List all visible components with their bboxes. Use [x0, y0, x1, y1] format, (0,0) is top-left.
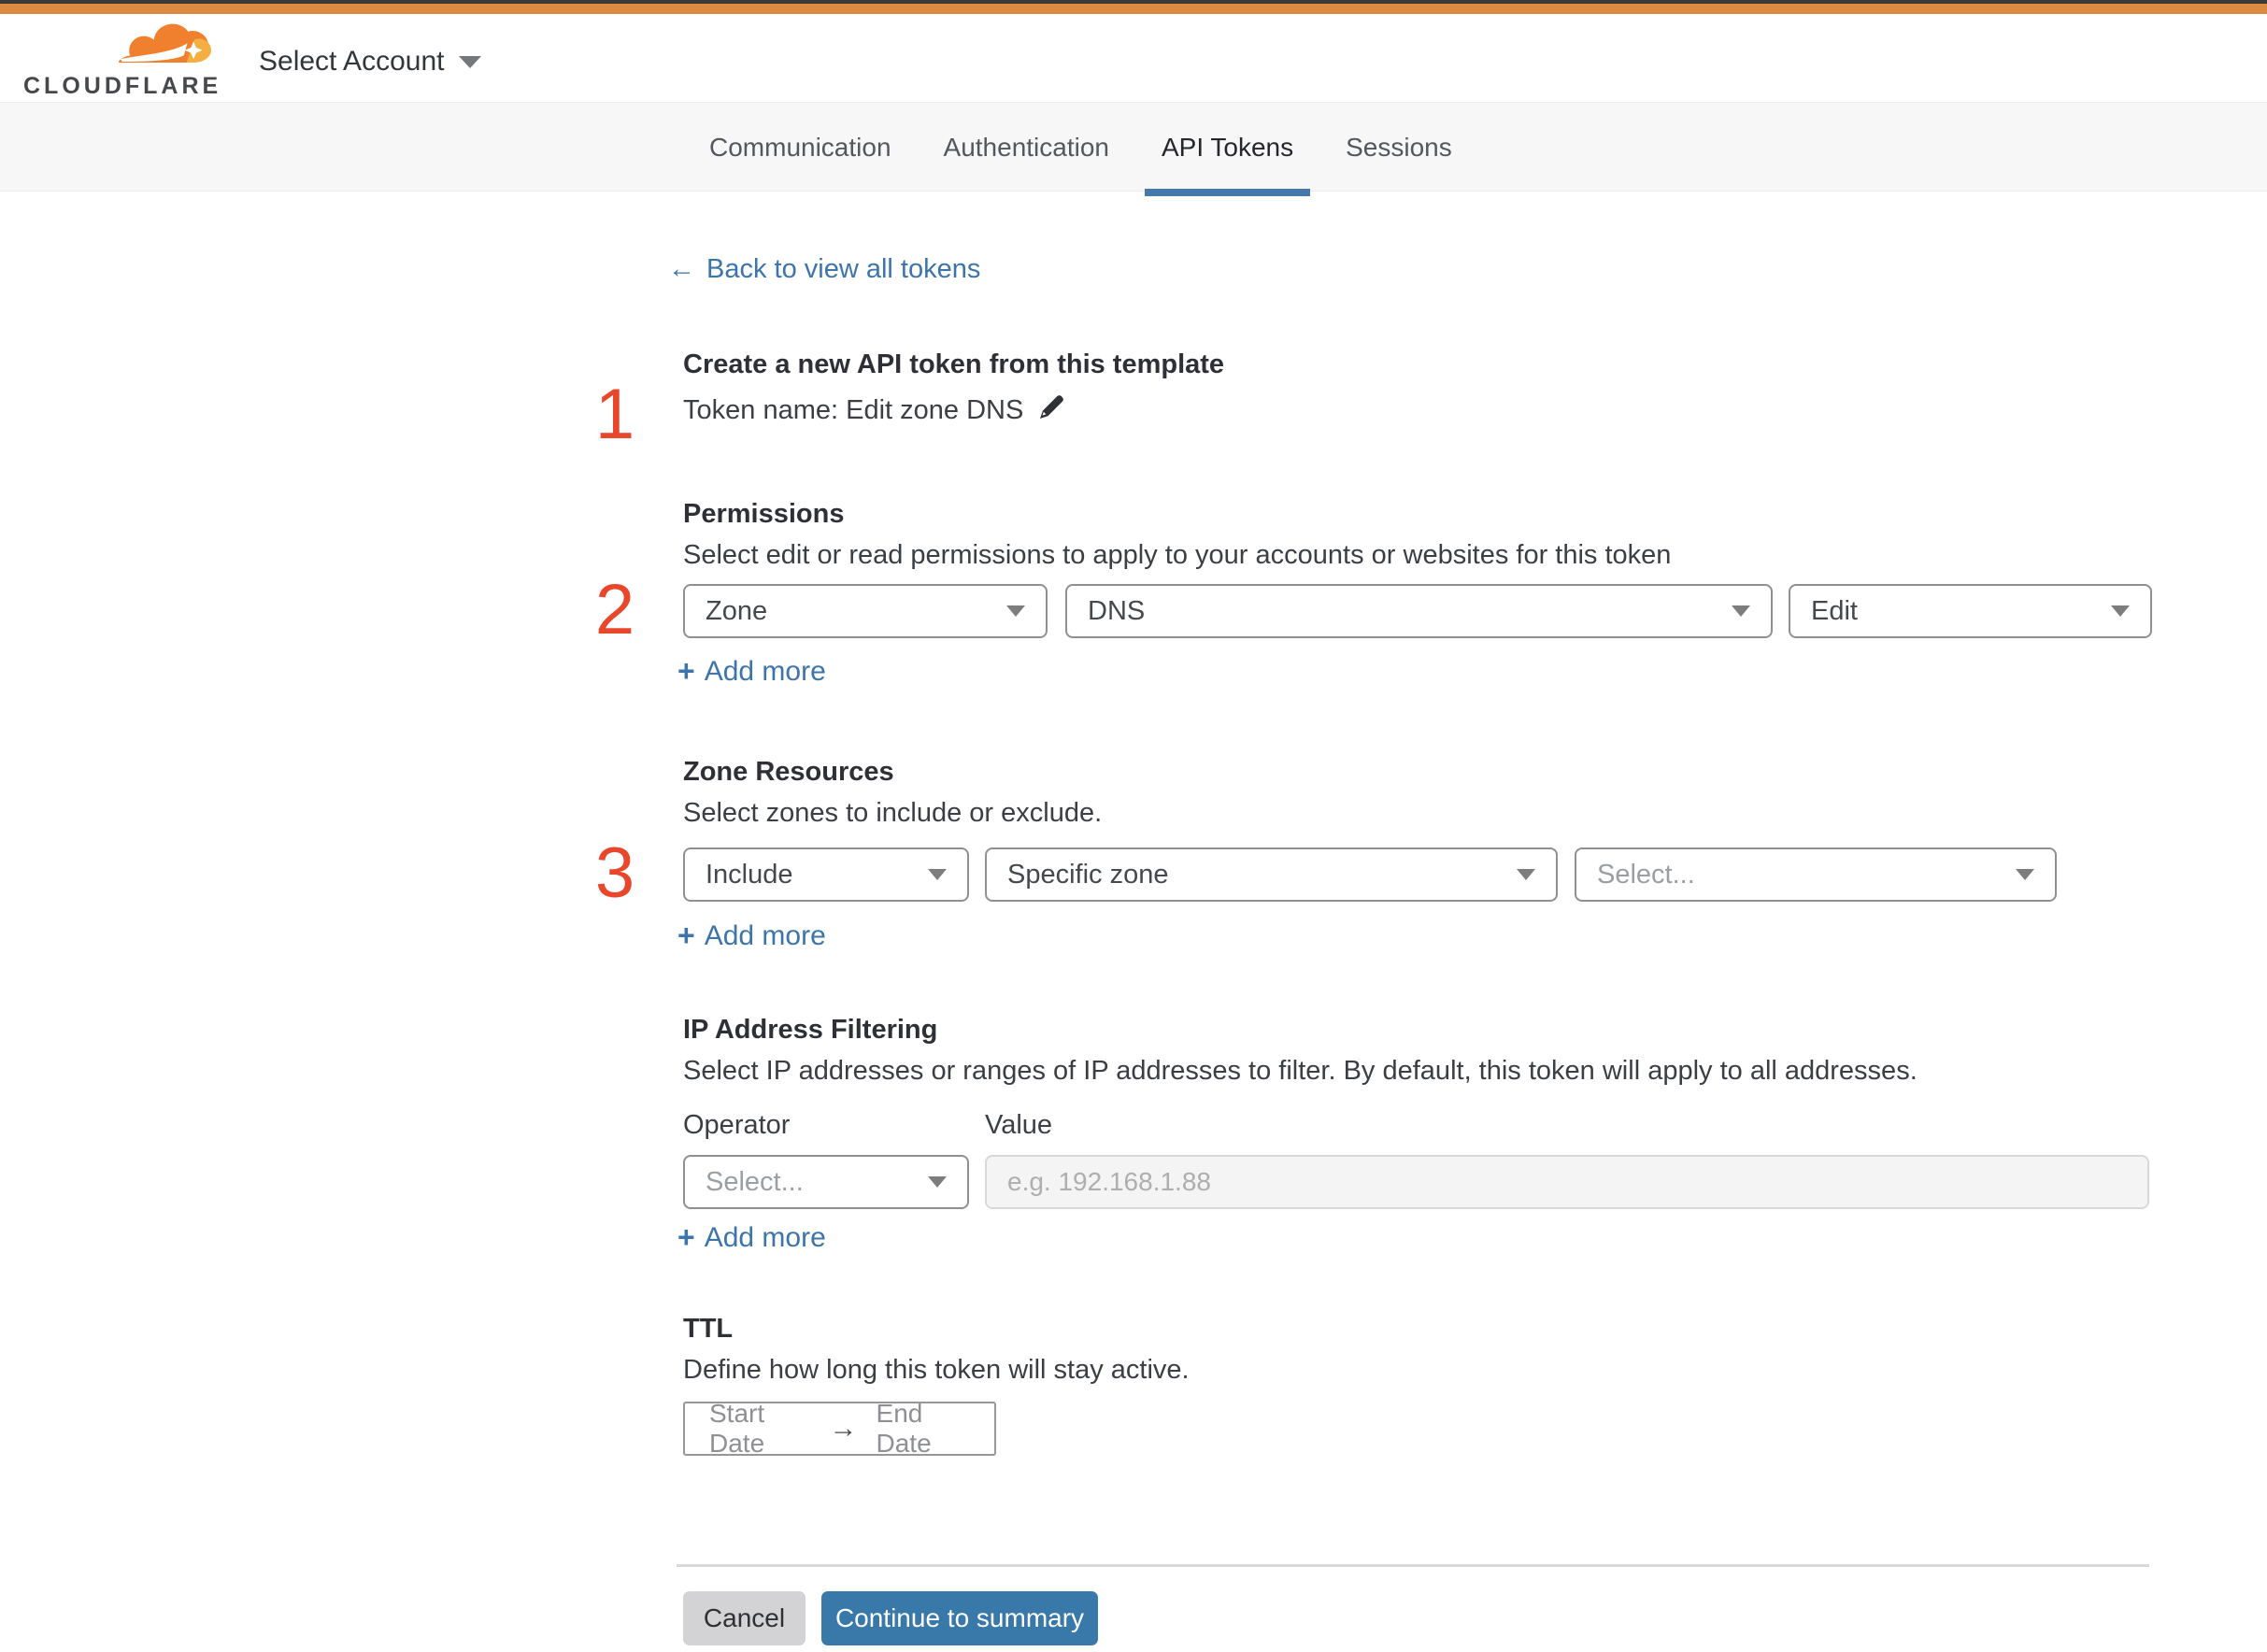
value-label: Value	[985, 1110, 1053, 1140]
tab-communication[interactable]: Communication	[709, 103, 891, 192]
step-marker-2: 2	[594, 570, 635, 649]
account-selector-label: Select Account	[259, 46, 445, 77]
token-name-text: Token name: Edit zone DNS	[683, 395, 1024, 425]
tab-label: Authentication	[943, 132, 1109, 162]
ip-filtering-add-more-link[interactable]: + Add more	[677, 1220, 826, 1255]
tab-label: Communication	[709, 132, 891, 162]
zone-resources-title: Zone Resources	[683, 757, 894, 787]
tab-sessions[interactable]: Sessions	[1346, 103, 1452, 192]
ip-operator-dropdown[interactable]: Select...	[683, 1155, 969, 1209]
zone-resources-description: Select zones to include or exclude.	[683, 798, 1103, 828]
permission-access-value: Edit	[1811, 595, 1858, 626]
add-more-label: Add more	[704, 655, 826, 687]
ip-value-input[interactable]	[985, 1155, 2149, 1209]
operator-label: Operator	[683, 1110, 791, 1140]
cloudflare-logo: CLOUDFLARE	[23, 19, 220, 101]
zone-scope-value: Specific zone	[1007, 859, 1169, 890]
ttl-description: Define how long this token will stay act…	[683, 1355, 1190, 1385]
account-selector[interactable]: Select Account	[259, 42, 482, 81]
add-more-label: Add more	[704, 1221, 826, 1253]
footer-divider	[677, 1564, 2149, 1567]
zone-resources-add-more-link[interactable]: + Add more	[677, 919, 826, 953]
tab-authentication[interactable]: Authentication	[944, 103, 1109, 192]
zone-select-dropdown[interactable]: Select...	[1575, 847, 2057, 902]
zone-include-dropdown[interactable]: Include	[683, 847, 969, 902]
tabs: Communication Authentication API Tokens …	[709, 103, 1452, 196]
create-token-title: Create a new API token from this templat…	[683, 349, 1225, 379]
permission-access-dropdown[interactable]: Edit	[1789, 584, 2152, 638]
permissions-description: Select edit or read permissions to apply…	[683, 540, 1672, 570]
permission-resource-value: DNS	[1088, 595, 1146, 626]
permission-scope-dropdown[interactable]: Zone	[683, 584, 1048, 638]
step-marker-3: 3	[594, 833, 635, 913]
tab-bar: Communication Authentication API Tokens …	[0, 103, 2267, 196]
token-name-line: Token name: Edit zone DNS	[683, 392, 1066, 427]
tab-label: Sessions	[1346, 132, 1452, 162]
back-to-tokens-link[interactable]: ← Back to view all tokens	[668, 254, 980, 285]
brand-orange-bar	[0, 4, 2267, 14]
right-arrow-icon: →	[829, 1413, 858, 1444]
edit-pencil-icon[interactable]	[1036, 392, 1066, 422]
ttl-title: TTL	[683, 1314, 734, 1344]
chevron-down-icon	[459, 55, 482, 68]
cancel-button[interactable]: Cancel	[683, 1591, 806, 1645]
permission-resource-dropdown[interactable]: DNS	[1065, 584, 1773, 638]
zone-scope-dropdown[interactable]: Specific zone	[985, 847, 1558, 902]
back-link-label: Back to view all tokens	[706, 254, 981, 284]
ip-filtering-title: IP Address Filtering	[683, 1015, 938, 1045]
header: CLOUDFLARE Select Account	[0, 14, 2267, 103]
cloudflare-wordmark: CLOUDFLARE	[23, 73, 222, 99]
tab-label: API Tokens	[1162, 132, 1294, 162]
back-arrow-icon: ←	[668, 254, 695, 284]
step-marker-1: 1	[594, 375, 635, 454]
ttl-date-range-picker[interactable]: Start Date → End Date	[683, 1399, 996, 1458]
chevron-down-icon	[1517, 869, 1535, 880]
end-date-placeholder: End Date	[876, 1399, 932, 1458]
chevron-down-icon	[1732, 605, 1750, 617]
page: CLOUDFLARE Select Account Communication …	[0, 0, 2267, 1652]
start-date-placeholder: Start Date	[709, 1399, 765, 1458]
permissions-title: Permissions	[683, 499, 845, 529]
tab-api-tokens[interactable]: API Tokens	[1145, 103, 1311, 196]
plus-icon: +	[677, 1220, 695, 1254]
add-more-label: Add more	[704, 919, 826, 951]
chevron-down-icon	[2111, 605, 2130, 617]
plus-icon: +	[677, 654, 695, 688]
zone-include-value: Include	[706, 859, 793, 890]
permission-scope-value: Zone	[706, 595, 768, 626]
active-tab-underline	[1145, 189, 1311, 196]
chevron-down-icon	[928, 1176, 947, 1188]
chevron-down-icon	[1006, 605, 1025, 617]
ip-filtering-description: Select IP addresses or ranges of IP addr…	[683, 1056, 1918, 1086]
permissions-add-more-link[interactable]: + Add more	[677, 654, 826, 689]
plus-icon: +	[677, 919, 695, 952]
zone-select-placeholder: Select...	[1597, 859, 1695, 890]
continue-to-summary-button[interactable]: Continue to summary	[821, 1591, 1098, 1645]
cloudflare-cloud-icon	[118, 23, 211, 63]
chevron-down-icon	[2016, 869, 2034, 880]
chevron-down-icon	[928, 869, 947, 880]
ip-operator-placeholder: Select...	[706, 1166, 804, 1197]
